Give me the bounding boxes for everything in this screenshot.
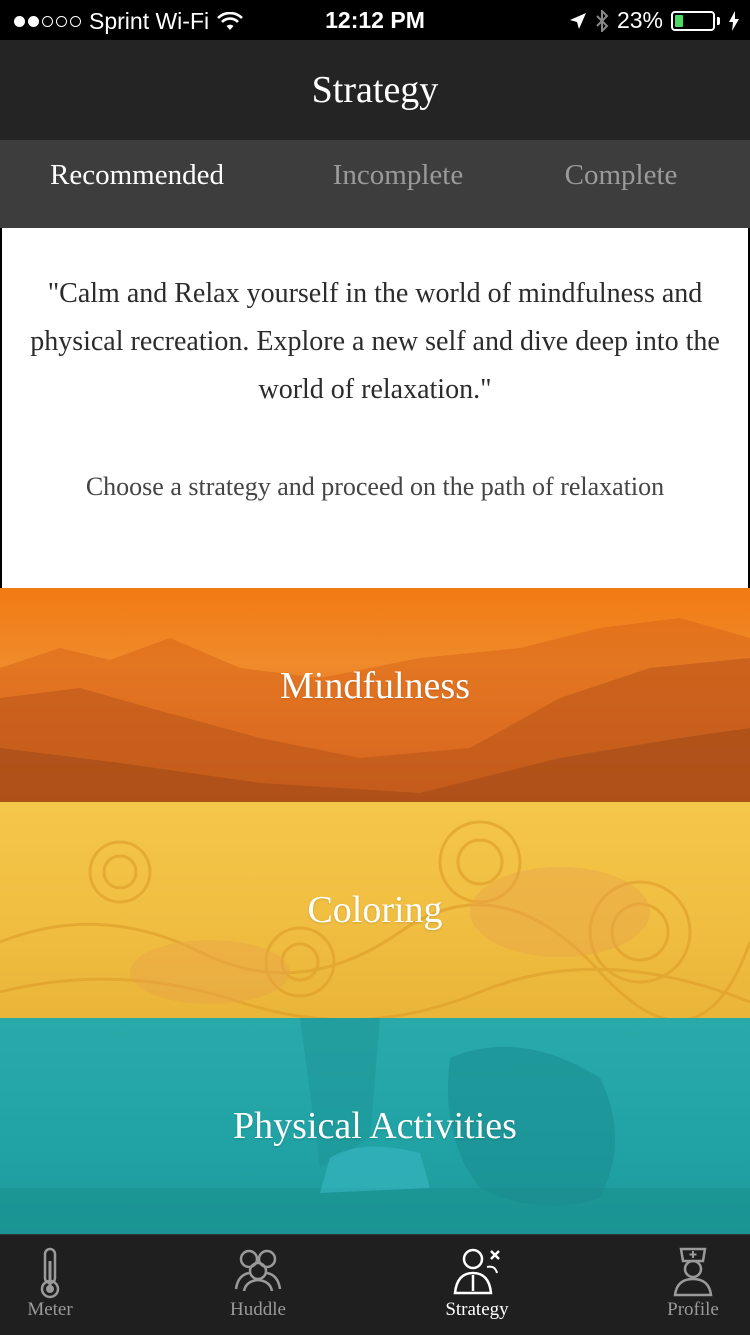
tabbar-item-meter[interactable]: Meter <box>0 1235 100 1335</box>
location-arrow-icon <box>569 12 586 29</box>
strategy-card-coloring[interactable]: Coloring <box>0 802 750 1018</box>
battery-percent: 23% <box>616 7 663 33</box>
strategist-icon <box>453 1248 500 1295</box>
charging-bolt-icon <box>729 10 739 31</box>
bottom-tab-bar: Meter Huddle Strategy Profile <box>0 1234 750 1335</box>
battery-tip <box>717 16 720 25</box>
strategy-title: Physical Activities <box>233 1105 517 1147</box>
tabbar-label: Profile <box>667 1299 719 1320</box>
tabbar-item-huddle[interactable]: Huddle <box>208 1235 308 1335</box>
tabbar-label: Strategy <box>445 1299 509 1320</box>
tab-complete[interactable]: Complete <box>522 140 720 228</box>
tabbar-item-strategy[interactable]: Strategy <box>425 1235 529 1335</box>
tabbar-label: Meter <box>27 1299 73 1320</box>
thermometer-icon <box>40 1247 60 1299</box>
status-right: 23% <box>569 7 740 34</box>
intro-quote: "Calm and Relax yourself in the world of… <box>30 278 720 405</box>
status-bar: Sprint Wi-Fi 12:12 PM 23% <box>0 0 750 40</box>
tabbar-item-profile[interactable]: Profile <box>643 1235 743 1335</box>
strategy-card-physical-activities[interactable]: Physical Activities <box>0 1018 750 1234</box>
tab-recommended[interactable]: Recommended <box>0 140 274 228</box>
tabbar-label: Huddle <box>230 1299 286 1320</box>
segment-tabs: Recommended Incomplete Complete <box>0 140 750 228</box>
tab-incomplete[interactable]: Incomplete <box>274 140 522 228</box>
strategy-title: Mindfulness <box>280 665 470 707</box>
nurse-icon <box>673 1247 713 1297</box>
page-title: Strategy <box>0 40 750 140</box>
group-icon <box>234 1249 282 1291</box>
intro-prompt: Choose a strategy and proceed on the pat… <box>85 472 665 501</box>
bluetooth-icon <box>596 9 609 32</box>
intro-panel: "Calm and Relax yourself in the world of… <box>2 228 748 588</box>
battery-fill <box>675 14 683 27</box>
strategy-title: Coloring <box>307 889 443 931</box>
battery-icon <box>671 10 715 31</box>
strategy-card-mindfulness[interactable]: Mindfulness <box>0 588 750 802</box>
